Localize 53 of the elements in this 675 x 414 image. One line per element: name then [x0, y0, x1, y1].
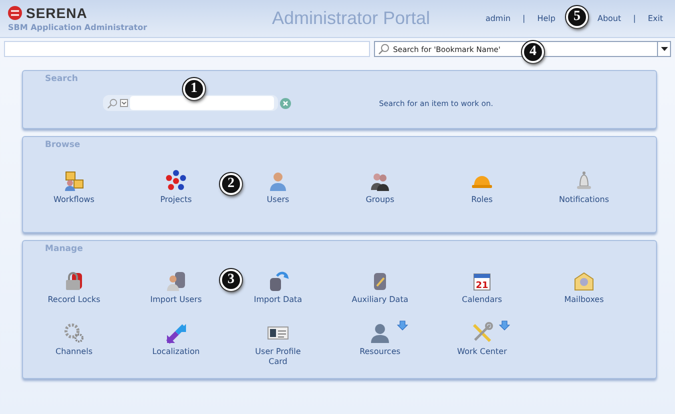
app-subtitle: SBM Application Administrator — [8, 23, 148, 32]
nav-link[interactable]: Channels — [45, 346, 103, 358]
page-title: Administrator Portal — [272, 8, 432, 29]
nav-link[interactable]: User Profile Card — [249, 346, 307, 368]
header-link[interactable]: admin — [485, 14, 511, 23]
callout-marker: 2 — [220, 173, 242, 195]
callout-marker: 4 — [522, 41, 544, 63]
caret-icon — [660, 47, 668, 51]
callout-marker: 5 — [566, 6, 588, 28]
nav-link[interactable]: Record Locks — [45, 294, 103, 306]
molecule-icon — [165, 170, 187, 192]
separator: | — [633, 14, 636, 23]
nav-link[interactable]: Workflows — [45, 195, 103, 206]
logo-icon — [8, 6, 22, 20]
brand-name: SERENA — [26, 5, 88, 21]
down-arrow-icon[interactable] — [499, 320, 510, 331]
nav-link[interactable]: Auxiliary Data — [351, 294, 409, 306]
nav-link[interactable]: Roles — [453, 195, 511, 206]
nav-link[interactable]: Calendars — [453, 294, 511, 306]
nav-link[interactable]: Users — [249, 195, 307, 206]
search-icon[interactable] — [107, 98, 118, 108]
header-link[interactable]: About — [597, 14, 622, 23]
nav-link[interactable]: Groups — [351, 195, 409, 206]
user-silhouette-icon — [369, 322, 391, 344]
nav-link[interactable]: Notifications — [555, 195, 613, 206]
header-link[interactable]: Help — [537, 14, 556, 23]
nav-link[interactable]: Mailboxes — [555, 294, 613, 306]
search-field[interactable] — [130, 96, 274, 110]
nav-link[interactable]: Projects — [147, 195, 205, 206]
lock-icon — [63, 270, 85, 292]
dropdown-button[interactable] — [657, 42, 670, 56]
callout-marker: 1 — [183, 78, 205, 100]
separator: | — [522, 14, 526, 23]
double-arrow-icon — [165, 322, 187, 344]
callout-marker: 3 — [220, 269, 242, 291]
down-arrow-icon[interactable] — [397, 320, 408, 331]
gears-icon — [63, 322, 85, 344]
panel-title: Search — [45, 74, 79, 84]
search-icon — [378, 43, 390, 55]
options-icon[interactable] — [120, 99, 128, 107]
nav-link[interactable]: Import Users — [147, 294, 205, 306]
clear-icon[interactable] — [280, 98, 291, 108]
header-link[interactable]: Exit — [648, 14, 663, 23]
user-icon — [267, 170, 289, 192]
nav-link[interactable]: Localization — [147, 346, 205, 358]
user-database-icon — [165, 270, 187, 292]
panel-title: Manage — [45, 244, 84, 254]
nav-link[interactable]: Resources — [351, 346, 409, 358]
panel-title: Browse — [45, 140, 82, 150]
nav-link[interactable]: Work Center — [453, 346, 511, 358]
tools-icon — [471, 322, 493, 344]
workflow-icon — [63, 170, 85, 192]
nav-link[interactable]: Import Data — [249, 294, 307, 306]
